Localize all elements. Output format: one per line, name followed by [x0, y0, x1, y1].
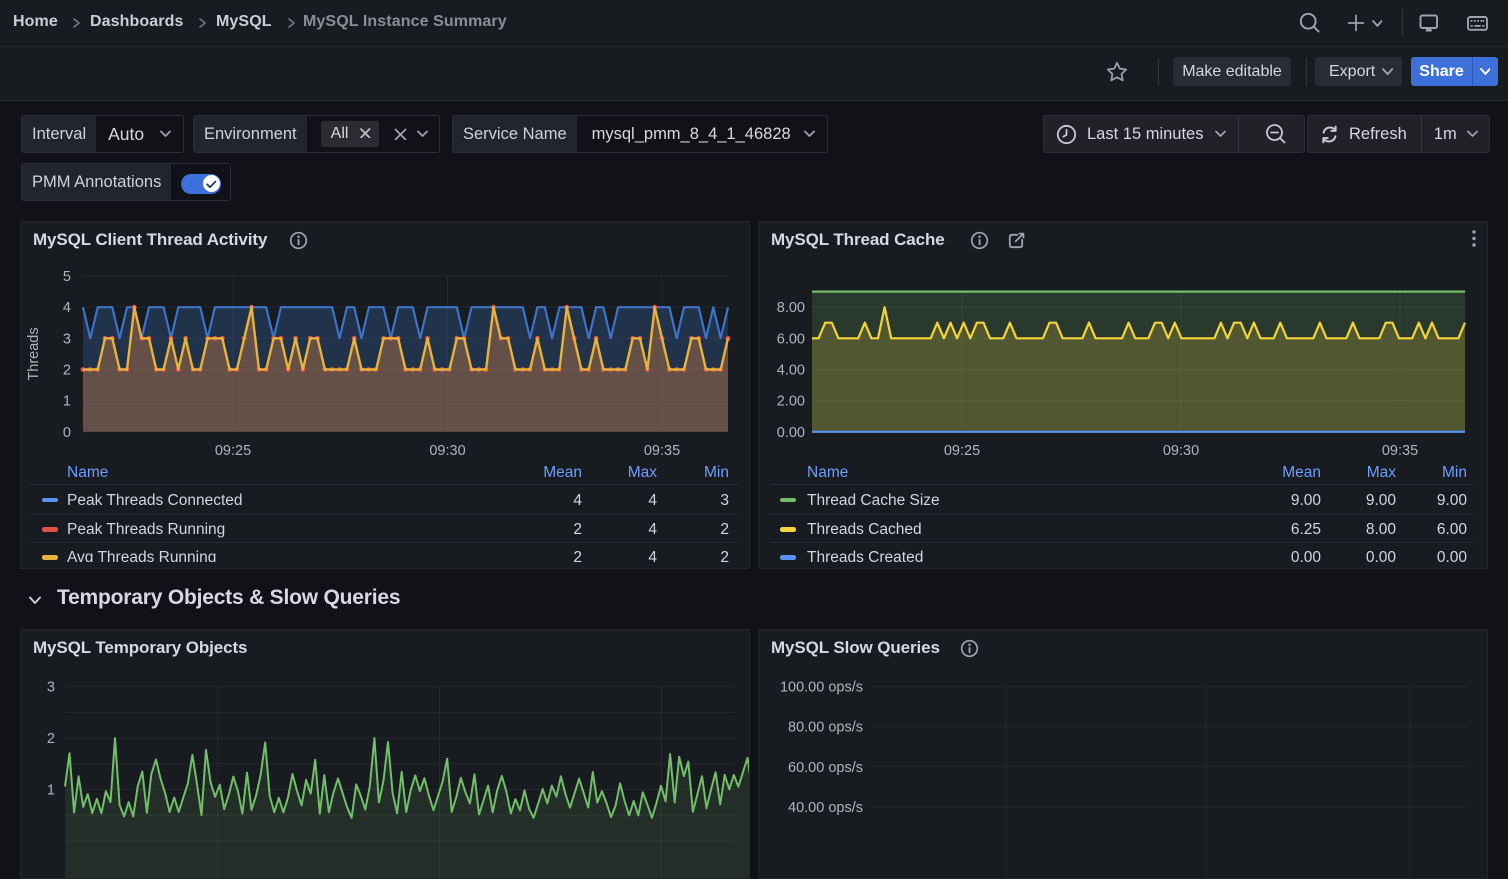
- svg-text:5: 5: [63, 269, 71, 285]
- svg-text:4: 4: [63, 300, 71, 316]
- svg-text:6.00: 6.00: [777, 331, 805, 347]
- svg-text:40.00 ops/s: 40.00 ops/s: [788, 800, 863, 816]
- svg-text:1: 1: [63, 394, 71, 410]
- svg-text:60.00 ops/s: 60.00 ops/s: [788, 760, 863, 776]
- svg-text:80.00 ops/s: 80.00 ops/s: [788, 720, 863, 736]
- svg-text:09:30: 09:30: [429, 443, 465, 459]
- svg-text:0: 0: [63, 425, 71, 441]
- svg-text:09:25: 09:25: [944, 443, 980, 459]
- svg-text:1: 1: [47, 783, 55, 799]
- svg-text:2.00: 2.00: [777, 394, 805, 410]
- svg-text:Threads: Threads: [26, 327, 42, 380]
- svg-text:09:35: 09:35: [644, 443, 680, 459]
- svg-text:3: 3: [63, 331, 71, 347]
- svg-text:100.00 ops/s: 100.00 ops/s: [780, 679, 863, 695]
- svg-text:4.00: 4.00: [777, 363, 805, 379]
- svg-text:2: 2: [63, 363, 71, 379]
- svg-text:2: 2: [47, 731, 55, 747]
- svg-text:8.00: 8.00: [777, 300, 805, 316]
- svg-text:09:35: 09:35: [1382, 443, 1418, 459]
- svg-text:0.00: 0.00: [777, 425, 805, 441]
- svg-text:3: 3: [47, 680, 55, 696]
- svg-text:09:30: 09:30: [1163, 443, 1199, 459]
- svg-text:09:25: 09:25: [215, 443, 251, 459]
